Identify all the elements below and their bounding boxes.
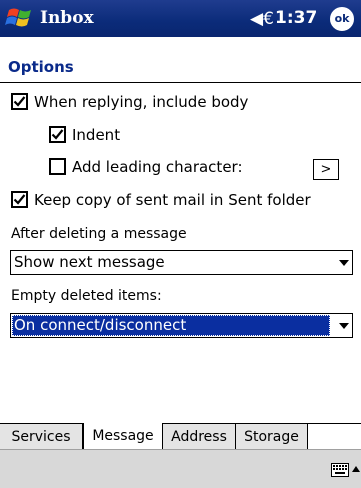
tab-storage[interactable]: Storage <box>236 424 308 450</box>
keep-copy-label: Keep copy of sent mail in Sent folder <box>34 191 311 209</box>
leading-character-button[interactable]: > <box>313 159 339 180</box>
app-title[interactable]: Inbox <box>40 8 94 28</box>
tab-message[interactable]: Message <box>83 423 163 450</box>
keyboard-icon[interactable] <box>331 463 349 477</box>
leading-character-checkbox[interactable] <box>49 158 66 175</box>
after-delete-dropdown[interactable]: Show next message <box>10 250 353 275</box>
page-title: Options <box>8 58 74 76</box>
empty-deleted-value: On connect/disconnect <box>14 316 187 334</box>
windows-flag-icon[interactable] <box>5 4 35 32</box>
title-bar: Inbox ◀€ 1:37 ok <box>0 0 361 37</box>
after-delete-label: After deleting a message <box>11 226 187 242</box>
tab-address[interactable]: Address <box>163 424 236 450</box>
tab-services[interactable]: Services <box>0 424 83 450</box>
checkmark-icon <box>13 96 26 107</box>
leading-character-label: Add leading character: <box>72 158 243 176</box>
checkmark-icon <box>51 129 64 140</box>
indent-checkbox[interactable] <box>49 126 66 143</box>
include-body-label: When replying, include body <box>34 93 249 111</box>
dropdown-arrow-icon[interactable] <box>339 260 349 266</box>
keep-copy-checkbox[interactable] <box>11 191 28 208</box>
after-delete-value: Show next message <box>14 253 165 271</box>
command-bar <box>0 449 361 488</box>
empty-deleted-label: Empty deleted items: <box>11 288 162 304</box>
checkmark-icon <box>13 194 26 205</box>
speaker-icon[interactable]: ◀€ <box>250 9 274 29</box>
input-panel-arrow-icon[interactable] <box>352 466 360 472</box>
tab-bar: Services Message Address Storage <box>0 423 361 450</box>
include-body-checkbox[interactable] <box>11 93 28 110</box>
header-divider <box>0 82 361 83</box>
clock[interactable]: 1:37 <box>275 8 317 28</box>
ok-button[interactable]: ok <box>330 7 354 31</box>
dropdown-arrow-icon[interactable] <box>339 323 349 329</box>
indent-label: Indent <box>72 126 121 144</box>
empty-deleted-dropdown[interactable]: On connect/disconnect <box>10 313 353 338</box>
